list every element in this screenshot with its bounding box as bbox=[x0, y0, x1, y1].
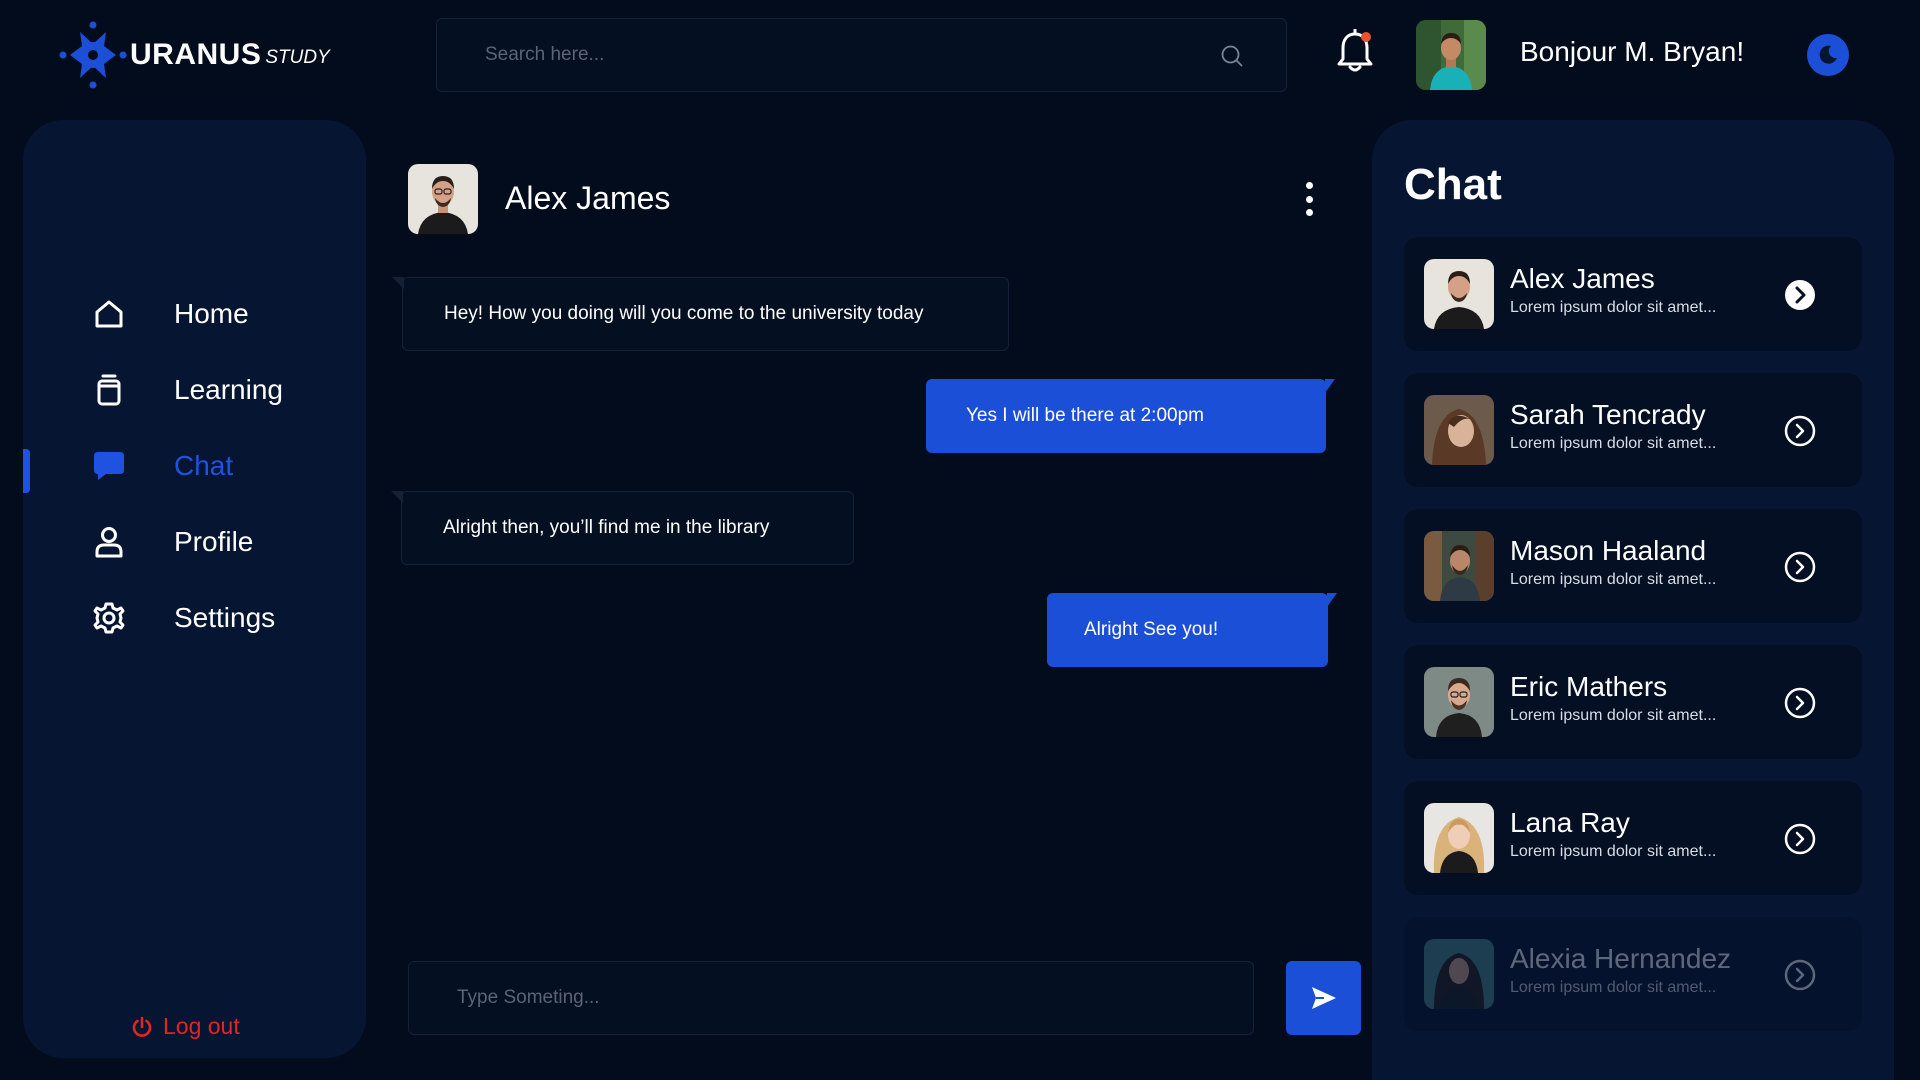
chevron-right-circle-icon[interactable] bbox=[1784, 415, 1816, 447]
message-text: Hey! How you doing will you come to the … bbox=[444, 303, 924, 324]
logout-button[interactable]: Log out bbox=[131, 1013, 240, 1040]
chevron-right-circle-icon[interactable] bbox=[1784, 279, 1816, 311]
sidebar-item-profile[interactable]: Profile bbox=[23, 511, 366, 573]
chat-list-title: Chat bbox=[1404, 160, 1502, 209]
chevron-right-circle-icon[interactable] bbox=[1784, 959, 1816, 991]
sidebar: Home Learning Chat Profile Settings Log … bbox=[23, 120, 366, 1058]
message-text: Yes I will be there at 2:00pm bbox=[966, 405, 1204, 426]
chat-icon bbox=[90, 447, 128, 485]
moon-icon bbox=[1819, 45, 1837, 64]
logout-label: Log out bbox=[163, 1013, 240, 1039]
search-bar bbox=[436, 18, 1287, 92]
power-icon bbox=[132, 1016, 152, 1037]
sidebar-item-chat[interactable]: Chat bbox=[23, 435, 366, 497]
contact-avatar bbox=[1424, 667, 1494, 737]
send-icon bbox=[1311, 987, 1336, 1009]
contact-avatar bbox=[1424, 259, 1494, 329]
contact-preview: Lorem ipsum dolor sit amet... bbox=[1510, 979, 1717, 996]
contact-name: Sarah Tencrady bbox=[1510, 399, 1706, 430]
contact-item[interactable]: Lana Ray Lorem ipsum dolor sit amet... bbox=[1404, 781, 1862, 895]
contact-name: Alex James bbox=[1510, 263, 1655, 294]
active-indicator bbox=[23, 449, 30, 493]
contact-name: Alexia Hernandez bbox=[1510, 943, 1732, 974]
contact-preview: Lorem ipsum dolor sit amet... bbox=[1510, 299, 1717, 316]
contact-item[interactable]: Mason Haaland Lorem ipsum dolor sit amet… bbox=[1404, 509, 1862, 623]
message-input[interactable] bbox=[457, 962, 1217, 1034]
contact-avatar bbox=[1424, 803, 1494, 873]
contact-preview: Lorem ipsum dolor sit amet... bbox=[1510, 843, 1717, 860]
send-button[interactable] bbox=[1286, 961, 1361, 1035]
search-input[interactable] bbox=[485, 19, 1185, 91]
chevron-right-circle-icon[interactable] bbox=[1784, 823, 1816, 855]
chevron-right-circle-icon[interactable] bbox=[1784, 687, 1816, 719]
message-text: Alright See you! bbox=[1084, 619, 1219, 640]
greeting-text: Bonjour M. Bryan! bbox=[1520, 36, 1745, 67]
contact-item[interactable]: Eric Mathers Lorem ipsum dolor sit amet.… bbox=[1404, 645, 1862, 759]
book-icon bbox=[90, 371, 128, 409]
message-outgoing: Alright See you! bbox=[1047, 593, 1337, 667]
contact-preview: Lorem ipsum dolor sit amet... bbox=[1510, 435, 1717, 452]
sidebar-item-label: Profile bbox=[174, 526, 254, 557]
contact-avatar bbox=[1424, 531, 1494, 601]
notification-dot bbox=[1361, 32, 1371, 42]
contact-item[interactable]: Alex James Lorem ipsum dolor sit amet... bbox=[1404, 237, 1862, 351]
contact-avatar bbox=[1424, 395, 1494, 465]
conversation-name: Alex James bbox=[505, 180, 671, 216]
contact-name: Mason Haaland bbox=[1510, 535, 1707, 566]
contact-item[interactable]: Alexia Hernandez Lorem ipsum dolor sit a… bbox=[1404, 917, 1862, 1031]
sidebar-item-label: Learning bbox=[174, 374, 283, 405]
sidebar-item-label: Home bbox=[174, 298, 249, 329]
message-incoming: Hey! How you doing will you come to the … bbox=[392, 277, 1009, 351]
user-icon bbox=[90, 523, 128, 561]
brand-logo[interactable]: URANUS STUDY bbox=[58, 21, 338, 89]
user-avatar[interactable] bbox=[1416, 20, 1486, 90]
more-options-icon[interactable] bbox=[1302, 182, 1316, 216]
uranus-logo-icon bbox=[59, 21, 127, 89]
conversation-avatar[interactable] bbox=[408, 164, 478, 234]
contact-preview: Lorem ipsum dolor sit amet... bbox=[1510, 707, 1717, 724]
message-text: Alright then, you’ll find me in the libr… bbox=[443, 517, 770, 538]
notification-bell-icon[interactable] bbox=[1336, 29, 1374, 75]
brand-name: URANUS bbox=[130, 38, 262, 71]
chevron-right-circle-icon[interactable] bbox=[1784, 551, 1816, 583]
message-outgoing: Yes I will be there at 2:00pm bbox=[926, 379, 1335, 453]
contact-name: Lana Ray bbox=[1510, 807, 1630, 838]
theme-toggle-button[interactable] bbox=[1807, 34, 1849, 76]
message-incoming: Alright then, you’ll find me in the libr… bbox=[391, 491, 854, 565]
contact-name: Eric Mathers bbox=[1510, 671, 1668, 702]
message-composer bbox=[408, 961, 1254, 1035]
sidebar-item-learning[interactable]: Learning bbox=[23, 359, 366, 421]
sidebar-item-home[interactable]: Home bbox=[23, 283, 366, 345]
chat-list-panel: Chat Alex James Lorem ipsum dolor sit am… bbox=[1372, 120, 1894, 1080]
sidebar-item-settings[interactable]: Settings bbox=[23, 587, 366, 649]
search-icon[interactable] bbox=[1220, 44, 1244, 68]
home-icon bbox=[90, 295, 128, 333]
gear-icon bbox=[90, 599, 128, 637]
sidebar-item-label: Settings bbox=[174, 602, 276, 633]
brand-sub: STUDY bbox=[265, 47, 330, 68]
sidebar-item-label: Chat bbox=[174, 450, 234, 481]
contact-preview: Lorem ipsum dolor sit amet... bbox=[1510, 571, 1717, 588]
contact-avatar bbox=[1424, 939, 1494, 1009]
contact-item[interactable]: Sarah Tencrady Lorem ipsum dolor sit ame… bbox=[1404, 373, 1862, 487]
